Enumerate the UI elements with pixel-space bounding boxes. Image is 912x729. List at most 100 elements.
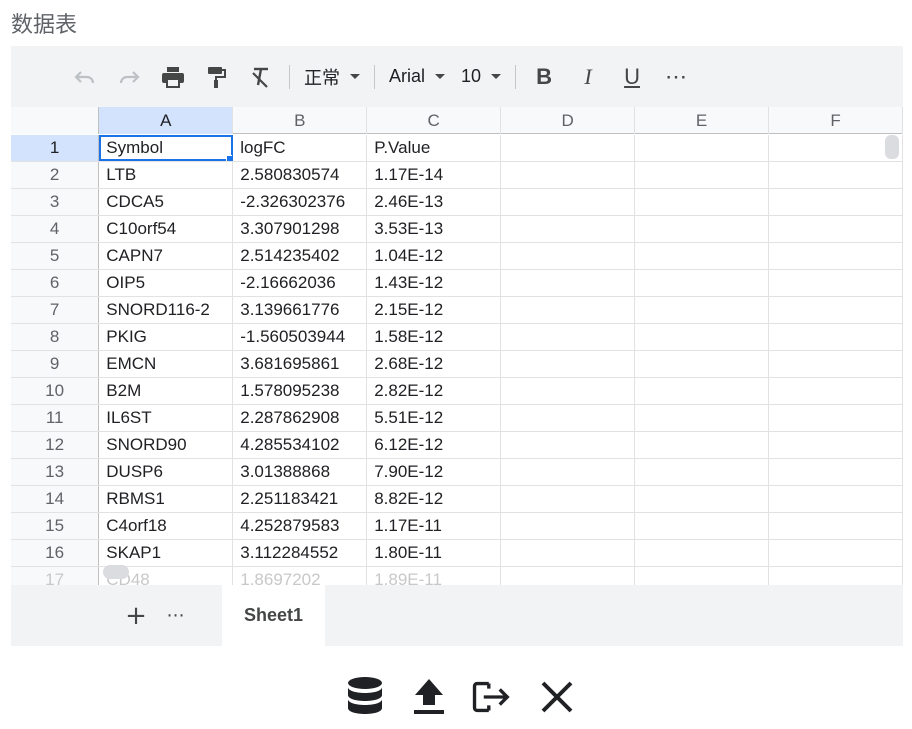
cell-d[interactable]: [501, 351, 636, 377]
cell-a[interactable]: CDCA5: [99, 189, 234, 215]
cell-a[interactable]: SNORD90: [99, 432, 234, 458]
cell-d[interactable]: [501, 189, 636, 215]
cell-f[interactable]: [769, 189, 903, 215]
add-sheet-button[interactable]: +: [121, 601, 151, 631]
row-header[interactable]: 3: [11, 189, 100, 215]
cell-c[interactable]: 1.58E-12: [367, 324, 502, 350]
cell-d[interactable]: [501, 135, 636, 161]
cell-c[interactable]: 1.04E-12: [367, 243, 502, 269]
cell-b[interactable]: 1.578095238: [233, 378, 368, 404]
cell-c[interactable]: 2.68E-12: [367, 351, 502, 377]
redo-button[interactable]: [107, 61, 151, 93]
all-sheets-button[interactable]: ⋯: [161, 601, 191, 631]
column-header-c[interactable]: C: [367, 107, 502, 134]
row-header[interactable]: 9: [11, 351, 100, 377]
cell-f[interactable]: [769, 351, 903, 377]
cell-a[interactable]: EMCN: [99, 351, 234, 377]
column-header-a[interactable]: A: [99, 107, 234, 134]
cell-c[interactable]: 8.82E-12: [367, 486, 502, 512]
cell-d[interactable]: [501, 297, 636, 323]
cell-f[interactable]: [769, 162, 903, 188]
row-header[interactable]: 14: [11, 486, 100, 512]
cell-c[interactable]: 1.43E-12: [367, 270, 502, 296]
vertical-scroll-thumb[interactable]: [885, 135, 899, 159]
cell-a[interactable]: SNORD116-2: [99, 297, 234, 323]
row-header[interactable]: 6: [11, 270, 100, 296]
cell-c[interactable]: 6.12E-12: [367, 432, 502, 458]
cell-a[interactable]: DUSP6: [99, 459, 234, 485]
row-header[interactable]: 16: [11, 540, 100, 566]
cell-b[interactable]: 2.580830574: [233, 162, 368, 188]
cell-d[interactable]: [501, 378, 636, 404]
cell-b[interactable]: -2.326302376: [233, 189, 368, 215]
cell-a[interactable]: PKIG: [99, 324, 234, 350]
sheet-tab-sheet1[interactable]: Sheet1: [222, 585, 325, 646]
cell-f[interactable]: [769, 405, 903, 431]
bold-button[interactable]: B: [522, 61, 566, 93]
cell-a[interactable]: RBMS1: [99, 486, 234, 512]
cell-b[interactable]: 2.251183421: [233, 486, 368, 512]
cell-d[interactable]: [501, 432, 636, 458]
cell-e[interactable]: [635, 270, 770, 296]
row-header[interactable]: 7: [11, 297, 100, 323]
cell-e[interactable]: [635, 243, 770, 269]
cell-e[interactable]: [635, 189, 770, 215]
select-all-corner[interactable]: [11, 107, 100, 134]
cell-b[interactable]: 3.681695861: [233, 351, 368, 377]
cell-d[interactable]: [501, 243, 636, 269]
cell-e[interactable]: [635, 405, 770, 431]
cell-b[interactable]: 4.285534102: [233, 432, 368, 458]
cell-b[interactable]: 2.514235402: [233, 243, 368, 269]
cell-a[interactable]: C10orf54: [99, 216, 234, 242]
cell-f[interactable]: [769, 486, 903, 512]
cell-e[interactable]: [635, 135, 770, 161]
cell-c[interactable]: 3.53E-13: [367, 216, 502, 242]
print-button[interactable]: [151, 61, 195, 93]
row-header[interactable]: 13: [11, 459, 100, 485]
cell-e[interactable]: [635, 162, 770, 188]
vertical-scrollbar[interactable]: [885, 135, 899, 563]
cell-a[interactable]: LTB: [99, 162, 234, 188]
cell-a[interactable]: OIP5: [99, 270, 234, 296]
cell-e[interactable]: [635, 216, 770, 242]
close-button[interactable]: [536, 674, 578, 720]
row-header[interactable]: 17: [11, 567, 100, 585]
cell-d[interactable]: [501, 405, 636, 431]
cell-e[interactable]: [635, 378, 770, 404]
font-size-dropdown[interactable]: 10: [453, 61, 509, 93]
cell-f[interactable]: [769, 324, 903, 350]
horizontal-scroll-thumb[interactable]: [103, 565, 129, 579]
cell-b[interactable]: 2.287862908: [233, 405, 368, 431]
cell-c[interactable]: P.Value: [367, 135, 502, 161]
cell-f[interactable]: [769, 432, 903, 458]
fill-handle[interactable]: [226, 155, 233, 161]
cell-d[interactable]: [501, 270, 636, 296]
cell-d[interactable]: [501, 162, 636, 188]
cell-d[interactable]: [501, 513, 636, 539]
database-button[interactable]: [344, 674, 386, 720]
cell-f[interactable]: [769, 513, 903, 539]
cell-c[interactable]: 5.51E-12: [367, 405, 502, 431]
cell-c[interactable]: 2.46E-13: [367, 189, 502, 215]
row-header[interactable]: 10: [11, 378, 100, 404]
cell-e[interactable]: [635, 297, 770, 323]
row-header[interactable]: 12: [11, 432, 100, 458]
cell-a[interactable]: Symbol: [99, 135, 234, 161]
more-options-button[interactable]: ⋯: [654, 61, 698, 93]
cell-b[interactable]: -1.560503944: [233, 324, 368, 350]
cell-e[interactable]: [635, 432, 770, 458]
export-button[interactable]: [472, 674, 514, 720]
cell-f[interactable]: [769, 135, 903, 161]
cell-e[interactable]: [635, 459, 770, 485]
cell-f[interactable]: [769, 459, 903, 485]
cell-c[interactable]: 1.17E-14: [367, 162, 502, 188]
cell-d[interactable]: [501, 459, 636, 485]
cell-b[interactable]: 3.139661776: [233, 297, 368, 323]
style-dropdown[interactable]: 正常: [296, 61, 368, 93]
cell-f[interactable]: [769, 243, 903, 269]
cell-b[interactable]: 3.307901298: [233, 216, 368, 242]
italic-button[interactable]: I: [566, 61, 610, 93]
cell-e[interactable]: [635, 486, 770, 512]
cell-a[interactable]: IL6ST: [99, 405, 234, 431]
cell-f[interactable]: [769, 297, 903, 323]
